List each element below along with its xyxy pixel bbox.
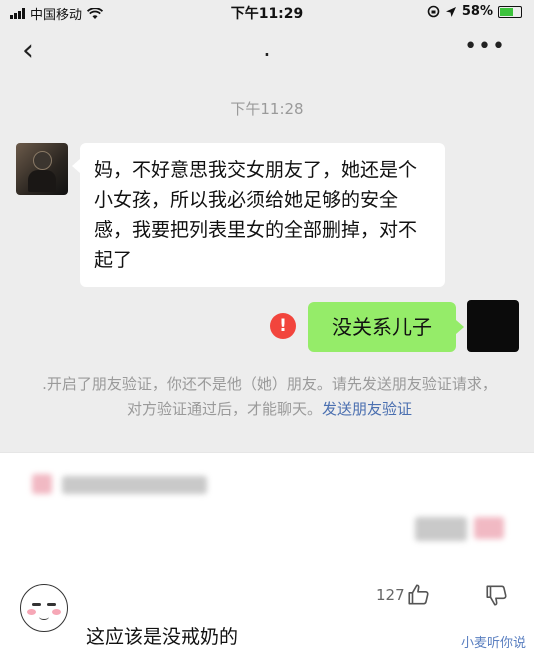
commenter-avatar[interactable]	[20, 584, 68, 632]
avatar-mouth	[39, 614, 49, 620]
avatar-body-shape	[28, 170, 56, 192]
nav-bar: ‹ . •••	[0, 28, 534, 78]
battery-fill	[500, 7, 513, 16]
comment-text: 这应该是没戒奶的	[86, 626, 239, 648]
more-dots-icon[interactable]: •••	[464, 34, 506, 59]
avatar-head-shape	[33, 151, 52, 170]
avatar-eye	[32, 603, 41, 606]
battery-percent: 58%	[461, 4, 493, 19]
redacted-block	[474, 517, 504, 539]
system-notice: .开启了朋友验证，你还不是他（她）朋友。请先发送朋友验证请求，对方验证通过后，才…	[42, 372, 497, 422]
status-bar: 中国移动 下午11:29 58%	[0, 0, 534, 24]
redacted-block	[62, 476, 207, 494]
divider	[0, 452, 534, 453]
system-notice-text: .开启了朋友验证，你还不是他（她）朋友。请先发送朋友验证请求，对方验证通过后，才…	[42, 375, 497, 418]
status-right: 58%	[427, 4, 522, 19]
contact-avatar[interactable]	[16, 143, 68, 195]
avatar-cheek	[27, 609, 36, 615]
message-timestamp: 下午11:28	[230, 100, 304, 118]
send-error-icon[interactable]: !	[270, 313, 296, 339]
comment-row	[0, 566, 534, 661]
own-avatar[interactable]	[467, 300, 519, 352]
send-verification-link[interactable]: 发送朋友验证	[322, 400, 412, 418]
avatar-cheek	[52, 609, 61, 615]
watermark: 小麦听你说	[460, 636, 526, 651]
redacted-block	[32, 474, 52, 494]
outgoing-message-bubble[interactable]: 没关系儿子	[308, 302, 464, 352]
avatar-eye	[47, 603, 56, 606]
chat-screenshot: 中国移动 下午11:29 58% ‹ . ••• 下午11:28 妈，不好意思我…	[0, 0, 534, 452]
incoming-message-bubble[interactable]: 妈，不好意思我交女朋友了，她还是个小女孩，所以我必须给她足够的安全感，我要把列表…	[72, 143, 445, 287]
like-count: 127	[376, 586, 405, 604]
chat-title: .	[263, 34, 271, 62]
thumb-up-icon[interactable]	[406, 582, 432, 608]
location-arrow-icon	[445, 6, 456, 17]
battery-icon	[498, 5, 522, 18]
thumb-down-icon[interactable]	[484, 582, 510, 608]
redacted-block	[415, 517, 467, 541]
orientation-lock-icon	[427, 5, 440, 18]
